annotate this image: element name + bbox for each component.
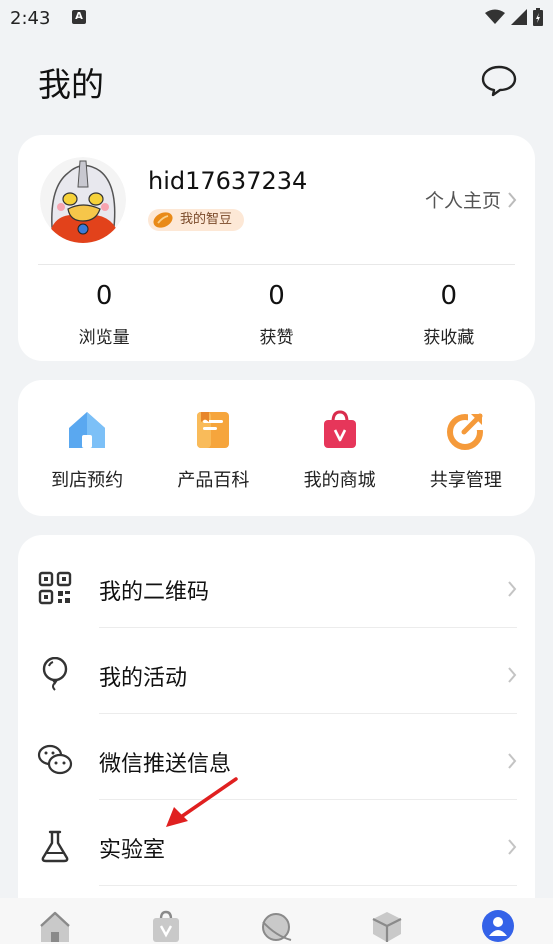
shortcut-my-mall[interactable]: 我的商城: [285, 408, 395, 492]
qrcode-icon: [38, 571, 72, 605]
shortcut-store-booking[interactable]: 到店预约: [32, 408, 142, 492]
divider: [99, 885, 517, 886]
home-icon: [40, 911, 71, 942]
menu-item-activities[interactable]: 我的活动: [18, 628, 535, 714]
book-icon: [197, 412, 230, 448]
homepage-label: 个人主页: [424, 190, 501, 212]
message-button[interactable]: [481, 64, 517, 98]
flask-icon: [41, 830, 69, 863]
shop-bag-icon: [152, 910, 179, 942]
shortcut-label: 我的商城: [303, 470, 376, 491]
chat-bubble-icon: [481, 65, 517, 97]
store-icon: [69, 412, 106, 448]
bean-label: 我的智豆: [180, 212, 233, 227]
username: hid17637234: [148, 167, 308, 195]
menu-label: 我的二维码: [99, 580, 210, 605]
chevron-right-icon: [508, 667, 517, 683]
status-bar: 2:43 A: [0, 0, 553, 38]
annotation-arrow-icon: [166, 777, 238, 827]
cube-icon: [372, 912, 402, 942]
share-icon: [446, 412, 486, 450]
nav-shop[interactable]: [146, 910, 186, 944]
divider: [38, 264, 515, 265]
nav-discover[interactable]: [256, 910, 296, 944]
stat-value: 0: [268, 281, 285, 311]
menu-label: 我的活动: [99, 666, 188, 691]
menu-item-qrcode[interactable]: 我的二维码: [18, 542, 535, 628]
stat-favorites[interactable]: 0 获收藏: [363, 281, 535, 348]
nav-home[interactable]: [35, 910, 75, 944]
status-icons: [485, 8, 543, 26]
shortcut-share-manage[interactable]: 共享管理: [411, 408, 521, 492]
planet-icon: [262, 913, 292, 941]
chevron-right-icon: [508, 581, 517, 597]
notification-a-icon: A: [72, 10, 86, 24]
shortcuts-row: 到店预约 产品百科 我的商城 共享管理: [18, 408, 535, 492]
profile-icon: [481, 910, 514, 942]
my-page: 2:43 A 我的 hid17637234 我的智豆 个人主页 0 浏览量 0 …: [0, 0, 553, 944]
stat-label: 浏览量: [78, 328, 130, 348]
balloon-icon: [42, 657, 68, 691]
shortcut-label: 共享管理: [429, 470, 502, 491]
menu-item-wechat-push[interactable]: 微信推送信息: [18, 714, 535, 800]
status-time: 2:43: [10, 8, 51, 29]
stat-value: 0: [440, 281, 458, 311]
nav-profile[interactable]: [478, 910, 518, 944]
stat-label: 获收藏: [423, 328, 475, 348]
chevron-right-icon: [508, 839, 517, 855]
stat-value: 0: [95, 281, 113, 311]
page-title: 我的: [38, 65, 104, 104]
profile-card: hid17637234 我的智豆 个人主页 0 浏览量 0 获赞 0 获收藏: [18, 135, 535, 361]
chevron-right-icon: [508, 753, 517, 769]
shortcut-label: 产品百科: [177, 470, 250, 491]
avatar-image: [40, 157, 126, 243]
shortcuts-card: 到店预约 产品百科 我的商城 共享管理: [18, 380, 535, 516]
stats-row: 0 浏览量 0 获赞 0 获收藏: [18, 281, 535, 348]
menu-item-lab[interactable]: 实验室: [18, 800, 535, 886]
shortcut-label: 到店预约: [51, 470, 124, 491]
nav-products[interactable]: [367, 910, 407, 944]
stat-likes[interactable]: 0 获赞: [190, 281, 362, 348]
bean-badge[interactable]: 我的智豆: [148, 209, 245, 231]
homepage-link[interactable]: 个人主页: [425, 186, 517, 213]
bottom-nav: [0, 898, 553, 944]
menu-label: 微信推送信息: [99, 752, 232, 777]
shortcut-product-wiki[interactable]: 产品百科: [158, 408, 268, 492]
stat-label: 获赞: [259, 328, 294, 348]
wifi-icon: [485, 9, 505, 24]
stat-views[interactable]: 0 浏览量: [18, 281, 190, 348]
battery-icon: [533, 8, 543, 26]
signal-icon: [511, 9, 527, 25]
menu-card: 我的二维码 我的活动 微信推送信息 实验室: [18, 535, 535, 944]
chevron-right-icon: [508, 191, 517, 208]
menu-label: 实验室: [99, 838, 166, 863]
bean-icon: [153, 212, 173, 228]
shopping-bag-icon: [323, 410, 356, 448]
wechat-icon: [37, 744, 73, 775]
avatar[interactable]: [40, 157, 126, 243]
